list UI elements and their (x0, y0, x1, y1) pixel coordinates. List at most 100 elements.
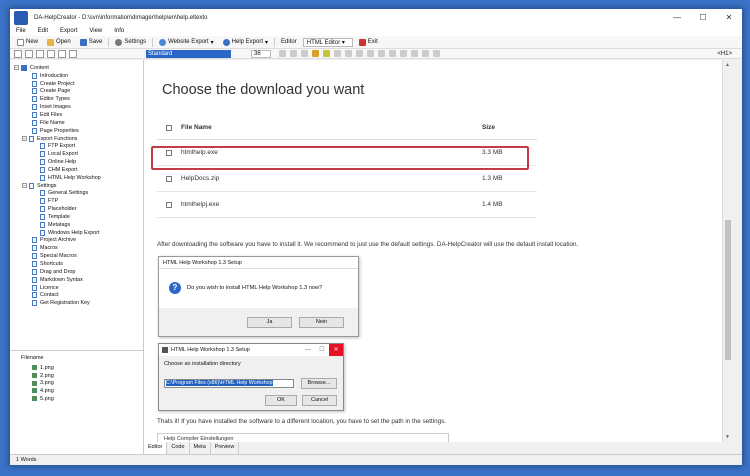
page-icon (40, 229, 45, 236)
editor-area[interactable]: Choose the download you want File Name S… (144, 60, 732, 442)
file-list-item[interactable]: 3.png (32, 379, 144, 387)
file-list-item[interactable]: 2.png (32, 372, 144, 380)
tree-item-label: Placeholder (48, 206, 77, 213)
tree-item[interactable]: Page Properties (10, 127, 143, 135)
font-size-select[interactable]: 36 (251, 49, 271, 58)
image-file-icon (32, 396, 37, 402)
page-icon (32, 253, 37, 260)
file-list-item[interactable]: 5.png (32, 395, 144, 403)
tree-item[interactable]: Shortcuts (10, 260, 143, 268)
expand-toggle-icon[interactable]: − (22, 183, 27, 189)
tree-item[interactable]: Editor Types (10, 95, 143, 103)
tree-item[interactable]: − Settings (10, 182, 143, 190)
vertical-scrollbar[interactable]: ▲ ▼ (722, 60, 732, 442)
tree-item[interactable]: HTML Help Workshop (10, 174, 143, 182)
project-tree-pane: − Content Introduction Create Project Create… (10, 60, 144, 455)
tree-item[interactable]: FTP (10, 197, 143, 205)
highlight-icon[interactable] (323, 50, 330, 57)
color-icon[interactable] (312, 50, 319, 57)
table-row[interactable]: htmlhelpj.exe 1.4 MB (157, 192, 537, 218)
menu-file[interactable]: File (16, 28, 26, 34)
tree-item[interactable]: Markdown Syntax (10, 276, 143, 284)
italic-icon[interactable] (290, 50, 297, 57)
menu-edit[interactable]: Edit (38, 28, 48, 34)
align-left-icon[interactable] (356, 50, 363, 57)
file-list-item[interactable]: 4.png (32, 387, 144, 395)
expand-toggle-icon[interactable]: − (22, 136, 27, 142)
list-icon[interactable] (389, 50, 396, 57)
browse-button: Browse... (301, 378, 337, 389)
cancel-button: Cancel (302, 395, 337, 406)
header-checkbox[interactable] (166, 124, 172, 131)
open-button[interactable]: Open (44, 37, 74, 48)
tree-item[interactable]: Windows Help Export (10, 229, 143, 237)
maximize-button[interactable]: ☐ (690, 9, 716, 26)
scroll-up-icon[interactable]: ▲ (725, 62, 730, 68)
tree-item[interactable]: Project Archive (10, 237, 143, 245)
help-export-button[interactable]: Help Export ▾ (220, 37, 271, 48)
underline-icon[interactable] (301, 50, 308, 57)
separator (108, 37, 110, 47)
link-icon[interactable] (422, 50, 429, 57)
align-right-icon[interactable] (378, 50, 385, 57)
move-up-icon[interactable] (47, 49, 55, 58)
tree-item[interactable]: Metatags (10, 221, 143, 229)
settings-button[interactable]: Settings (112, 37, 149, 48)
tree-item[interactable]: − Export Functions (10, 135, 143, 143)
bold-icon[interactable] (279, 50, 286, 57)
tree-item[interactable]: Special Macros (10, 252, 143, 260)
exit-button[interactable]: Exit (356, 37, 381, 48)
page-icon (32, 127, 37, 134)
tree-item[interactable]: Template (10, 213, 143, 221)
redo-icon[interactable] (345, 50, 352, 57)
image-icon[interactable] (411, 50, 418, 57)
save-button[interactable]: Save (77, 37, 106, 48)
tree-item-label: Metatags (48, 221, 71, 228)
move-down-icon[interactable] (58, 49, 66, 58)
add-folder-icon[interactable] (25, 49, 33, 58)
paragraph-style-select[interactable]: Standard (146, 49, 231, 58)
tree-item[interactable]: Create Page (10, 88, 143, 96)
new-button[interactable]: New (14, 37, 41, 48)
add-page-icon[interactable] (14, 49, 22, 58)
tree-item[interactable]: CHM Export (10, 166, 143, 174)
delete-icon[interactable] (36, 49, 44, 58)
tree-item[interactable]: Drag and Drop (10, 268, 143, 276)
expand-toggle-icon[interactable]: − (14, 65, 19, 71)
properties-icon[interactable] (69, 49, 77, 58)
close-button[interactable]: ✕ (716, 9, 742, 26)
menu-view[interactable]: View (89, 28, 102, 34)
tree-item[interactable]: Get Registration Key (10, 299, 143, 307)
tree-item[interactable]: Macros (10, 244, 143, 252)
tree-item[interactable]: Local Export (10, 150, 143, 158)
scroll-down-icon[interactable]: ▼ (725, 434, 730, 440)
table-icon[interactable] (400, 50, 407, 57)
tree-item[interactable]: Inset Images (10, 103, 143, 111)
tree-item[interactable]: Licence (10, 284, 143, 292)
title-bar[interactable]: DA-HelpCreator - D:\svn\information\dima… (10, 9, 742, 26)
tree-item[interactable]: Placeholder (10, 205, 143, 213)
tree-item[interactable]: File Name (10, 119, 143, 127)
scroll-thumb[interactable] (725, 220, 731, 360)
tree-item[interactable]: Create Project (10, 80, 143, 88)
minimize-button[interactable]: — (664, 9, 690, 26)
tree-item[interactable]: Contact (10, 291, 143, 299)
menu-info[interactable]: Info (114, 28, 124, 34)
editor-select[interactable]: HTML Editor ▾ (302, 37, 353, 47)
row-checkbox[interactable] (166, 175, 172, 182)
align-center-icon[interactable] (367, 50, 374, 57)
tree-item[interactable]: − Content (10, 64, 143, 72)
website-export-button[interactable]: Website Export ▾ (156, 37, 217, 48)
clock-icon[interactable] (433, 50, 440, 57)
tree-item[interactable]: FTP Export (10, 142, 143, 150)
file-list-item[interactable]: 1.png (32, 364, 144, 372)
tree-item[interactable]: Online Help (10, 158, 143, 166)
editor-page[interactable]: Choose the download you want File Name S… (144, 60, 732, 442)
row-checkbox[interactable] (166, 201, 172, 208)
undo-icon[interactable] (334, 50, 341, 57)
tree-item[interactable]: Introduction (10, 72, 143, 80)
tree-item[interactable]: General Settings (10, 190, 143, 198)
menu-export[interactable]: Export (60, 28, 77, 34)
editor-select-value: HTML Editor (306, 39, 341, 46)
tree-item[interactable]: Edit Files (10, 111, 143, 119)
